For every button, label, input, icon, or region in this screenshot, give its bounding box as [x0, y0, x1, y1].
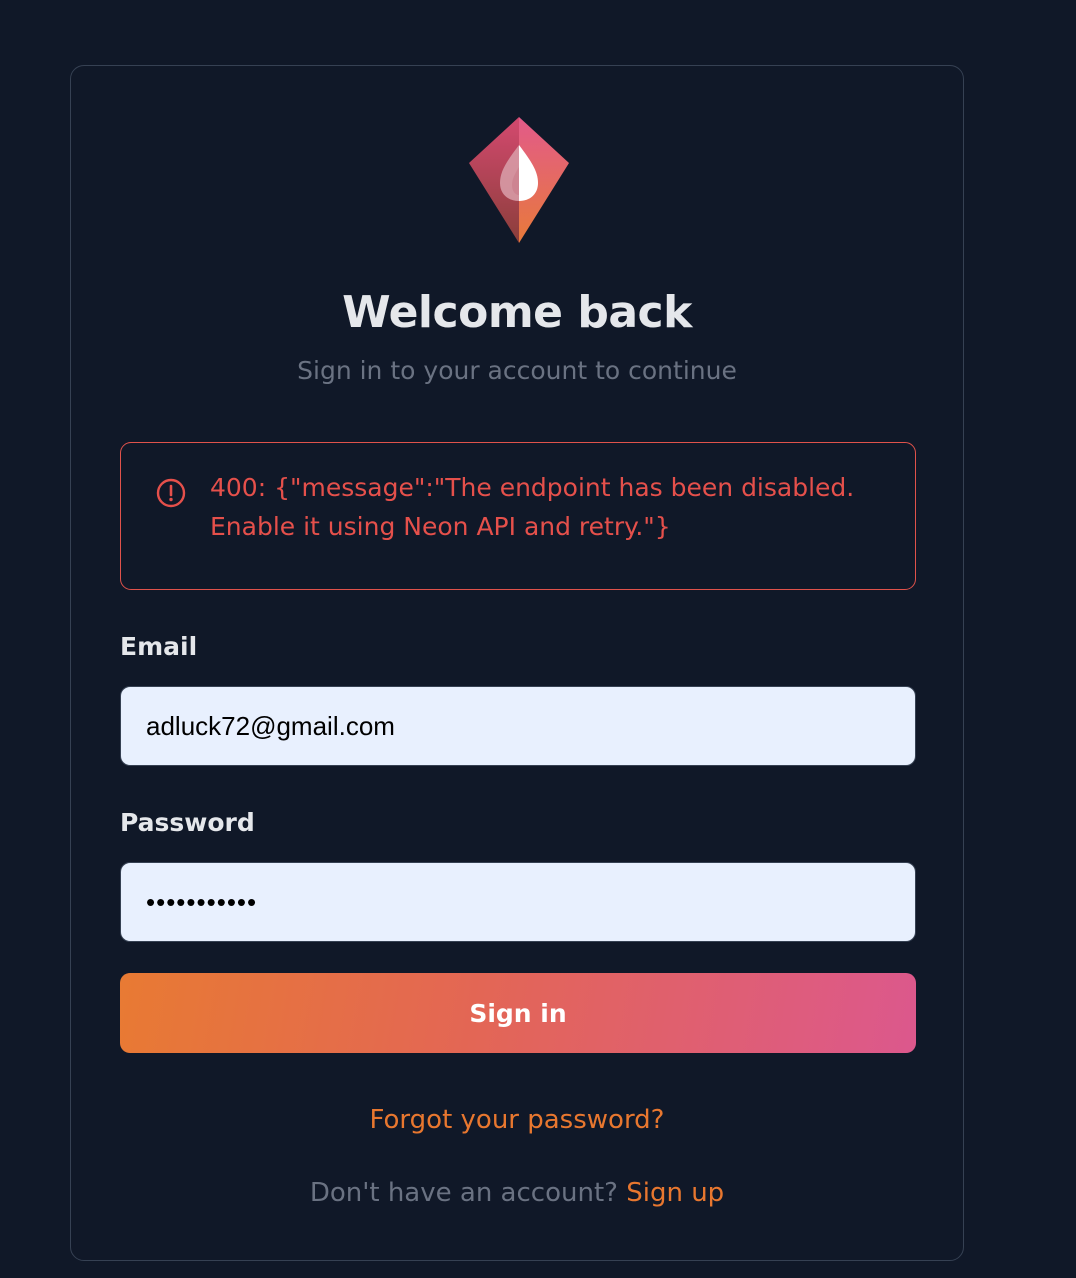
forgot-password-link[interactable]: Forgot your password? [71, 1102, 963, 1138]
signup-prompt: Don't have an account? [309, 1178, 618, 1208]
signup-row: Don't have an account? Sign up [71, 1175, 963, 1211]
password-label: Password [120, 808, 255, 837]
alert-circle-icon [156, 478, 186, 508]
diamond-flame-logo-icon [469, 117, 569, 243]
email-field[interactable] [120, 686, 916, 766]
email-label: Email [120, 632, 198, 661]
error-message: 400: {"message":"The endpoint has been d… [210, 473, 855, 541]
sign-in-button[interactable]: Sign in [120, 973, 916, 1053]
page-title: Welcome back [342, 287, 692, 338]
page-subtitle: Sign in to your account to continue [297, 356, 737, 385]
error-alert: 400: {"message":"The endpoint has been d… [120, 442, 916, 590]
sign-up-link[interactable]: Sign up [626, 1178, 724, 1208]
password-field[interactable] [120, 862, 916, 942]
login-card: Welcome back Sign in to your account to … [70, 65, 964, 1261]
